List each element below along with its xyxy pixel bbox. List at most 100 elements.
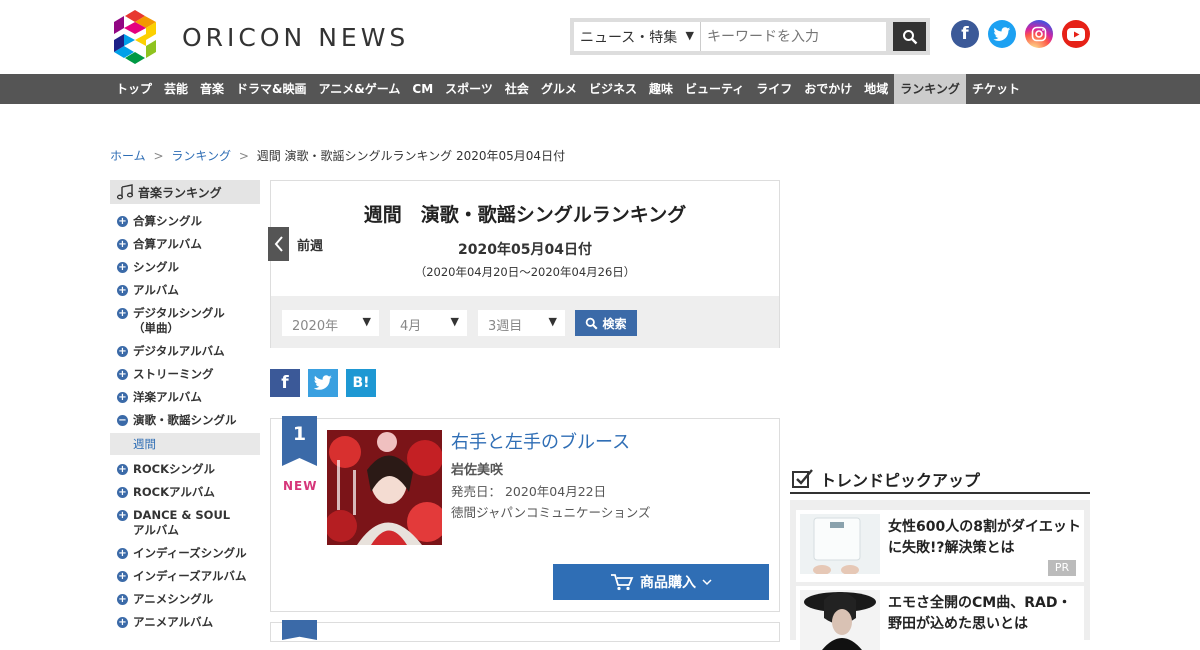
sidebar-item[interactable]: + ROCKシングル — [110, 458, 260, 481]
sidebar-item[interactable]: + DANCE & SOUL アルバム — [110, 504, 260, 542]
record-label: 徳間ジャパンコミュニケーションズ — [451, 505, 651, 520]
breadcrumb-ranking[interactable]: ランキング — [171, 149, 231, 163]
plus-circle-icon: + — [117, 239, 128, 250]
sidebar-item-label: デジタルシングル（単曲） — [133, 306, 225, 335]
plus-circle-icon: + — [117, 262, 128, 273]
search-button[interactable] — [893, 22, 926, 51]
song-title-link[interactable]: 右手と左手のブルース — [451, 428, 630, 454]
sidebar-item[interactable]: + アニメシングル — [110, 588, 260, 611]
plus-circle-icon: + — [117, 464, 128, 475]
sidebar-item-label: ROCKシングル — [133, 462, 215, 476]
share-facebook-icon[interactable]: f — [270, 369, 300, 397]
sidebar-item[interactable]: + デジタルアルバム — [110, 340, 260, 363]
search-category-select[interactable]: ニュース・特集 ▼ — [574, 22, 700, 51]
ranking-title: 週間 演歌・歌謡シングルランキング — [363, 204, 687, 226]
week-select[interactable]: 3週目 ▼ — [478, 310, 565, 336]
sidebar-item[interactable]: + インディーズアルバム — [110, 565, 260, 588]
trend-item-text: エモさ全開のCM曲、RAD・野田が込めた思いとは — [888, 595, 1072, 632]
breadcrumb-home[interactable]: ホーム — [110, 149, 146, 163]
nav-item[interactable]: ビジネス — [583, 74, 643, 104]
sidebar-item[interactable]: + アニメアルバム — [110, 611, 260, 634]
sidebar-item[interactable]: + シングル — [110, 256, 260, 279]
sidebar-item-label: 演歌・歌謡シングル — [133, 413, 237, 427]
nav-item[interactable]: チケット — [966, 74, 1026, 104]
sidebar-item[interactable]: + デジタルシングル（単曲） — [110, 302, 260, 340]
plus-circle-icon: + — [117, 487, 128, 498]
dropdown-arrow-icon: ▼ — [685, 29, 694, 42]
sidebar-item-label: ROCKアルバム — [133, 485, 215, 499]
breadcrumb-separator: > — [153, 149, 164, 163]
plus-circle-icon: + — [117, 308, 128, 319]
facebook-icon[interactable]: f — [951, 20, 979, 48]
plus-circle-icon: + — [117, 571, 128, 582]
site-header: ORICON NEWS ニュース・特集 ▼ f — [0, 0, 1200, 74]
year-select-value: 2020年 — [292, 319, 339, 334]
nav-item[interactable]: ビューティ — [679, 74, 750, 104]
site-logo[interactable]: ORICON NEWS — [110, 10, 430, 64]
sidebar-item[interactable]: + 合算アルバム — [110, 233, 260, 256]
breadcrumb-separator: > — [238, 149, 249, 163]
sidebar-item[interactable]: + ROCKアルバム — [110, 481, 260, 504]
nav-item[interactable]: CM — [406, 74, 439, 104]
nav-item[interactable]: 芸能 — [158, 74, 194, 104]
trend-pickup-list: 女性600人の8割がダイエットに失敗!?解決策とは PR エモさ全開のCM曲、R… — [790, 500, 1090, 650]
dropdown-arrow-icon: ▼ — [450, 315, 459, 328]
nav-item[interactable]: ドラマ&映画 — [230, 74, 312, 104]
nav-item[interactable]: 地域 — [858, 74, 894, 104]
sidebar-item-label: ストリーミング — [133, 367, 214, 381]
nav-item[interactable]: おでかけ — [798, 74, 858, 104]
rank-number: 1 — [282, 416, 317, 466]
sidebar-item[interactable]: + インディーズシングル — [110, 542, 260, 565]
sidebar-item-label: インディーズシングル — [133, 546, 247, 560]
nav-item[interactable]: トップ — [110, 74, 158, 104]
nav-item[interactable]: 趣味 — [643, 74, 679, 104]
instagram-icon[interactable] — [1025, 20, 1053, 48]
plus-circle-icon: + — [117, 392, 128, 403]
chevron-down-icon — [702, 579, 712, 586]
sidebar-item-label: デジタルアルバム — [133, 344, 225, 358]
nav-item[interactable]: スポーツ — [439, 74, 499, 104]
album-cover-image[interactable] — [327, 430, 442, 545]
nav-item[interactable]: グルメ — [535, 74, 583, 104]
global-nav: トップ 芸能 音楽 ドラマ&映画 アニメ&ゲーム CM スポーツ 社会 グルメ ビジネス 趣味 ビュー… — [0, 74, 1200, 104]
buy-button[interactable]: 商品購入 — [553, 564, 769, 600]
sidebar-item-label: 洋楽アルバム — [133, 390, 202, 404]
share-hatena-icon[interactable]: B! — [346, 369, 376, 397]
sidebar-item-label: アルバム — [133, 283, 179, 297]
sidebar-item[interactable]: + 洋楽アルバム — [110, 386, 260, 409]
sidebar-item-label: シングル — [133, 260, 179, 274]
trend-item-image — [800, 590, 880, 650]
nav-item[interactable]: アニメ&ゲーム — [313, 74, 407, 104]
twitter-icon[interactable] — [988, 20, 1016, 48]
youtube-icon[interactable] — [1062, 20, 1090, 48]
nav-item[interactable]: ライフ — [750, 74, 798, 104]
sidebar-subitem[interactable]: 週間 — [110, 433, 260, 455]
ranking-date: 2020年05月04日付 — [458, 242, 592, 258]
ranking-sidebar: 音楽ランキング + 合算シングル + 合算アルバム + シングル + アルバム + デジタルシング… — [110, 180, 260, 634]
plus-circle-icon: + — [117, 617, 128, 628]
sidebar-item[interactable]: + 合算シングル — [110, 210, 260, 233]
sidebar-item[interactable]: + ストリーミング — [110, 363, 260, 386]
month-select[interactable]: 4月 ▼ — [390, 310, 467, 336]
year-select[interactable]: 2020年 ▼ — [282, 310, 379, 336]
trend-pickup-title: トレンドピックアップ — [820, 471, 981, 490]
nav-item[interactable]: 音楽 — [194, 74, 230, 104]
trend-pickup-heading: トレンドピックアップ — [790, 466, 1090, 494]
trend-item[interactable]: 女性600人の8割がダイエットに失敗!?解決策とは PR — [796, 510, 1084, 582]
sidebar-item[interactable]: + アルバム — [110, 279, 260, 302]
plus-circle-icon: + — [117, 216, 128, 227]
sidebar-item-label: DANCE & SOUL アルバム — [133, 508, 231, 537]
sidebar-item[interactable]: − 演歌・歌謡シングル — [110, 409, 260, 432]
share-twitter-icon[interactable] — [308, 369, 338, 397]
sidebar-item-label: 合算シングル — [133, 214, 202, 228]
nav-item[interactable]: 社会 — [499, 74, 535, 104]
trend-item[interactable]: エモさ全開のCM曲、RAD・野田が込めた思いとは — [796, 586, 1084, 650]
sidebar-heading: 音楽ランキング — [110, 180, 260, 204]
plus-circle-icon: + — [117, 548, 128, 559]
trend-item-image — [800, 514, 880, 574]
search-input[interactable] — [700, 22, 886, 51]
artist-name: 岩佐美咲 — [451, 463, 504, 478]
filter-search-button[interactable]: 検索 — [575, 310, 637, 336]
nav-item[interactable]: ランキング — [894, 74, 966, 104]
trend-item-text: 女性600人の8割がダイエットに失敗!?解決策とは — [888, 519, 1081, 556]
